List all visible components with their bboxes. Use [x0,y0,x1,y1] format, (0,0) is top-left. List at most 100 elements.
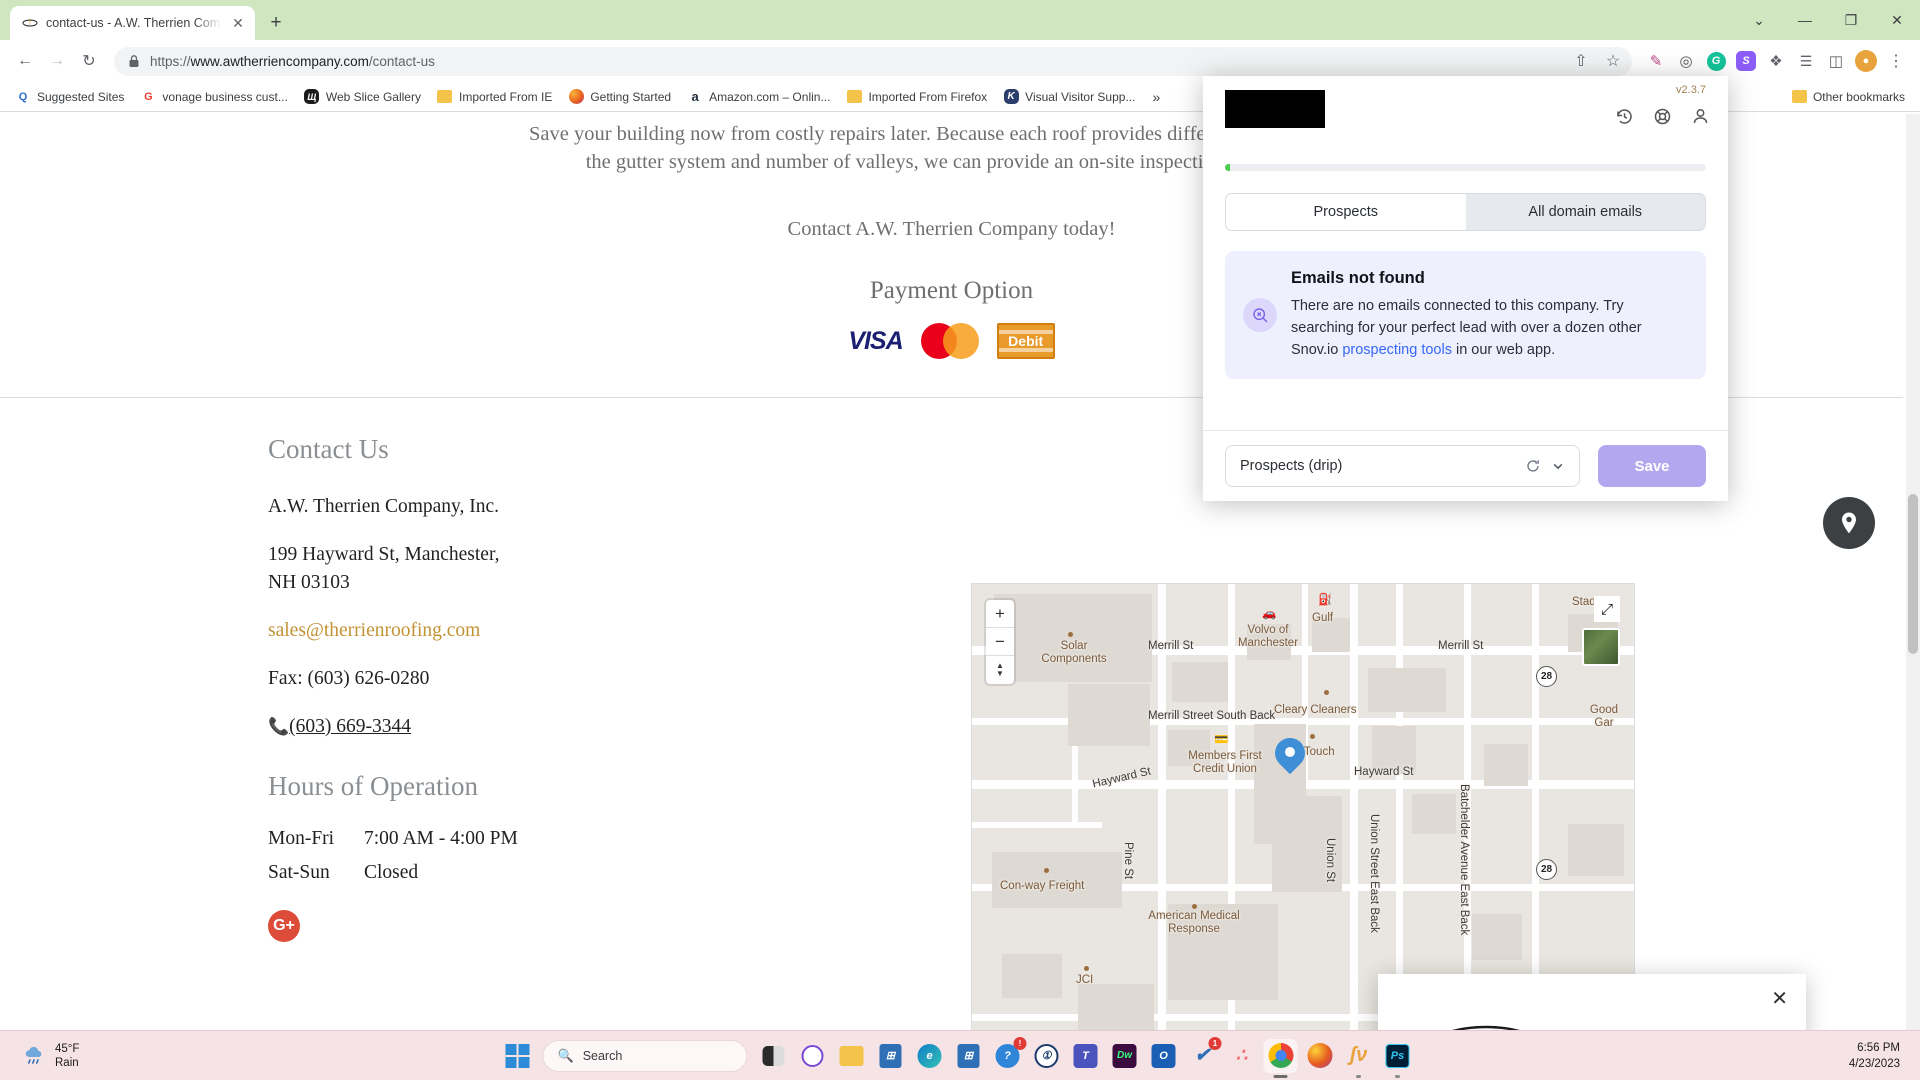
location-marker[interactable] [1268,731,1312,778]
todo-check-icon[interactable]: ✔ 1 [1186,1036,1222,1073]
dreamweaver-icon[interactable]: Dw [1108,1039,1142,1073]
location-map[interactable]: Merrill St Merrill St Merrill Street Sou… [971,583,1635,1030]
pen-highlighter-icon[interactable]: ✎ [1642,47,1670,75]
phone-link[interactable]: (603) 669-3344 [289,716,411,737]
support-lifebuoy-icon[interactable] [1652,106,1672,126]
save-button[interactable]: Save [1598,445,1706,487]
onepassword-icon[interactable]: ① [1030,1039,1064,1073]
address-bar[interactable]: https://www.awtherriencompany.com/contac… [114,46,1632,76]
history-icon[interactable] [1614,106,1634,126]
map-poi-dot [1068,632,1073,637]
bookmark-web-slice-gallery[interactable]: Щ Web Slice Gallery [297,86,428,108]
taskbar-clock[interactable]: 6:56 PM 4/23/2023 [1849,1040,1900,1072]
map-zoom-in-button[interactable]: + [986,600,1014,628]
bookmark-amazon[interactable]: a Amazon.com – Onlin... [680,86,837,108]
teams-chat-icon[interactable] [796,1039,830,1073]
grammarly-extension-icon[interactable]: G [1702,47,1730,75]
snovio-app-icon[interactable]: ʃν [1342,1039,1376,1078]
store-bag-icon[interactable]: ⊞ [952,1039,986,1073]
firefox-icon [568,89,584,105]
map-zoom-out-button[interactable]: − [986,628,1014,656]
back-button[interactable]: ← [10,46,40,76]
help-support-icon[interactable]: ?! [991,1036,1027,1073]
browser-tab[interactable]: T contact-us - A.W. Therrien Company ✕ [10,6,255,40]
map-poi-dot [1084,966,1089,971]
snovio-extension-popup[interactable]: v2.3.7 Prospects All domain emails Email… [1203,76,1728,501]
map-satellite-toggle[interactable] [1582,628,1620,666]
microsoft-teams-icon[interactable]: T [1069,1039,1103,1073]
profile-avatar-icon[interactable]: ● [1852,47,1880,75]
bookmark-getting-started[interactable]: Getting Started [561,86,678,108]
other-bookmarks-button[interactable]: Other bookmarks [1785,87,1912,107]
bookmark-label: Imported From IE [458,89,553,104]
page-scrollbar-thumb[interactable] [1908,494,1918,654]
firefox-browser-icon[interactable] [1303,1039,1337,1073]
reload-button[interactable]: ↻ [74,46,104,76]
forward-button[interactable]: → [42,46,72,76]
location-pin-widget[interactable] [1823,497,1875,549]
reading-list-icon[interactable]: ☰ [1792,47,1820,75]
bookmark-label: vonage business cust... [162,89,288,104]
bookmark-label: Amazon.com – Onlin... [709,89,831,104]
close-window-button[interactable]: ✕ [1874,0,1920,40]
close-icon[interactable]: ✕ [1771,986,1788,1011]
account-user-icon[interactable] [1690,106,1710,126]
refresh-icon[interactable] [1525,458,1541,474]
windows-start-icon[interactable] [505,1043,530,1068]
hours-row: Mon-Fri 7:00 AM - 4:00 PM [268,828,700,850]
taskbar-search-box[interactable]: 🔍 Search [542,1039,748,1072]
camera-extension-icon[interactable]: ◎ [1672,47,1700,75]
snovio-extension-icon[interactable]: S [1732,47,1760,75]
tab-close-icon[interactable]: ✕ [229,14,247,32]
page-scrollbar-track[interactable] [1906,114,1920,1030]
map-poi-dot [1310,734,1315,739]
minimize-button[interactable]: — [1782,0,1828,40]
bookmarks-overflow-button[interactable]: » [1146,86,1166,108]
bookmark-star-icon[interactable]: ☆ [1602,50,1624,72]
chrome-menu-icon[interactable]: ⋮ [1882,47,1910,75]
prospecting-tools-link[interactable]: prospecting tools [1342,342,1452,358]
chrome-browser-icon[interactable] [1263,1038,1298,1078]
therrien-company-logo: THERRIEN COMPANY Inc. Roofing & Sheet Me… [1426,1022,1546,1030]
bookmark-suggested-sites[interactable]: Q Suggested Sites [8,86,131,108]
email-link[interactable]: sales@therrienroofing.com [268,620,480,641]
google-icon: G [144,90,153,103]
snov-header-icons [1614,106,1710,126]
hours-time: 7:00 AM - 4:00 PM [364,828,518,849]
sidepanel-icon[interactable]: ◫ [1822,47,1850,75]
edge-browser-icon[interactable]: e [913,1039,947,1073]
taskview-icon[interactable] [757,1039,791,1073]
bookmark-imported-from-ie[interactable]: Imported From IE [430,86,559,108]
photoshop-icon[interactable]: Ps [1381,1039,1415,1078]
google-plus-icon[interactable]: G+ [268,910,300,942]
microsoft-store-icon[interactable]: ⊞ [874,1039,908,1073]
maximize-button[interactable]: ❐ [1828,0,1874,40]
hours-days: Mon-Fri [268,828,335,849]
bookmark-vonage[interactable]: Gvonage business cust... [133,86,294,108]
weather-widget[interactable]: 45°F Rain [22,1042,79,1070]
tab-all-domain-emails[interactable]: All domain emails [1465,194,1705,230]
map-street-label: Union Street East Back [1368,814,1380,933]
asana-icon[interactable]: ∴ [1225,1039,1259,1073]
prospect-list-select[interactable]: Prospects (drip) [1225,445,1580,487]
map-poi-dot [1192,904,1197,909]
map-street-label: Hayward St [1354,766,1414,778]
file-explorer-icon[interactable] [835,1039,869,1073]
site-chat-popup[interactable]: ✕ THERRIEN COMPANY Inc. Roofing & Sheet … [1378,974,1806,1030]
map-fullscreen-button[interactable]: ⤢ [1594,596,1620,622]
new-tab-button[interactable]: + [261,8,291,38]
outlook-icon[interactable]: O [1147,1039,1181,1073]
profile-chevron-icon[interactable]: ⌄ [1736,0,1782,40]
extensions-puzzle-icon[interactable]: ❖ [1762,47,1790,75]
search-not-found-icon [1243,298,1277,332]
share-icon[interactable]: ⇧ [1570,50,1592,72]
tab-prospects[interactable]: Prospects [1226,194,1466,230]
bookmark-imported-from-firefox[interactable]: Imported From Firefox [839,86,994,108]
bookmark-visual-visitor[interactable]: K Visual Visitor Supp... [996,86,1142,108]
map-street-label: Merrill St [1148,640,1194,652]
webslice-icon: Щ [304,89,320,105]
map-compass-button[interactable]: ▲ ▼ [986,656,1014,684]
chevron-down-icon[interactable] [1551,459,1565,473]
emails-not-found-alert: Emails not found There are no emails con… [1225,251,1706,379]
map-street-label: Pine St [1122,842,1134,880]
